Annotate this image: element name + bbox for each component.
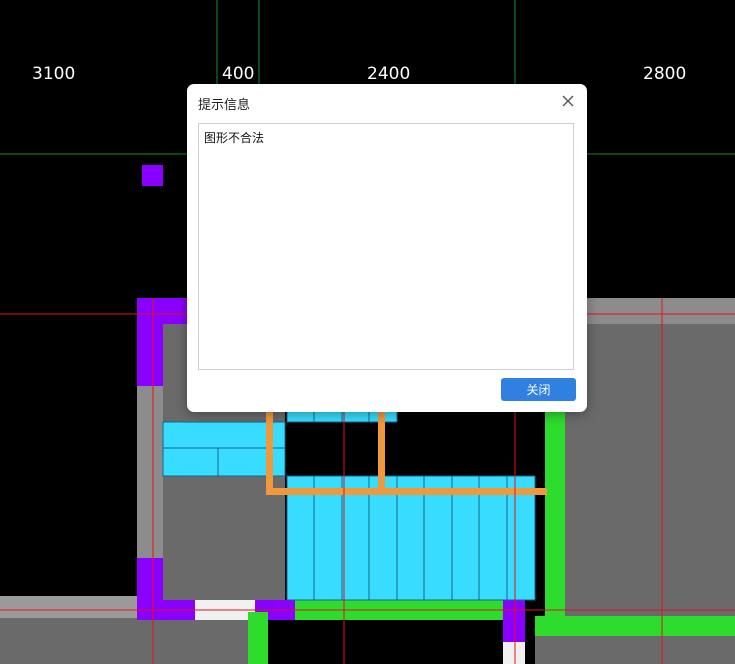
message-text: 图形不合法: [204, 131, 265, 145]
message-text-area[interactable]: 图形不合法: [198, 123, 574, 370]
green-wall-stub: [248, 612, 268, 664]
dimension-label-3100: 3100: [32, 64, 76, 84]
floor-bottom-right: [535, 636, 735, 664]
green-wall-right: [545, 408, 565, 616]
white-segment-2: [503, 642, 525, 664]
orange-line-vertical-2: [378, 408, 385, 490]
dialog-close-button[interactable]: [557, 90, 579, 112]
floor-band-bottom-left: [0, 596, 140, 618]
dimension-label-400: 400: [222, 64, 255, 84]
orange-line-vertical-1: [266, 408, 273, 490]
dimension-label-2400: 2400: [367, 64, 411, 84]
close-button[interactable]: 关闭: [501, 378, 576, 401]
dialog-title: 提示信息: [198, 98, 251, 113]
orange-line-horizontal: [266, 488, 547, 495]
message-dialog: 提示信息 图形不合法 关闭: [187, 84, 587, 412]
purple-marker: [142, 165, 163, 186]
floor-region-right: [565, 324, 735, 620]
dimension-label-2800: 2800: [643, 64, 687, 84]
green-wall-bottom-right: [535, 616, 735, 636]
close-icon: [562, 95, 574, 107]
purple-column-top-right: [163, 298, 188, 324]
purple-column-top: [137, 298, 163, 386]
wall-region-right-top: [565, 298, 735, 324]
purple-column-bottom: [137, 558, 163, 620]
floor-bottom-left: [0, 618, 250, 664]
purple-block-right: [503, 600, 525, 642]
